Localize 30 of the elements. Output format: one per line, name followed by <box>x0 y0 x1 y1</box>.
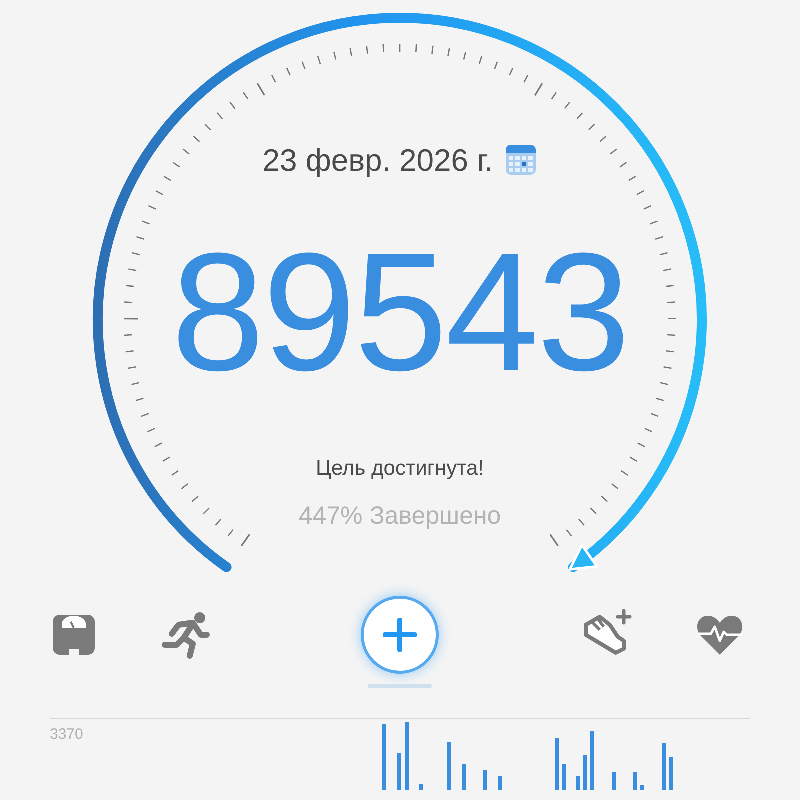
chart-bar <box>640 785 644 790</box>
chart-bar <box>662 743 666 790</box>
goal-status: Цель достигнута! <box>316 458 484 479</box>
date-label: 23 февр. 2026 г. <box>262 144 494 176</box>
scale-icon[interactable] <box>52 614 96 656</box>
plus-icon <box>383 618 417 652</box>
running-person-icon[interactable] <box>162 611 210 659</box>
heart-pulse-icon[interactable] <box>696 614 744 656</box>
chart-bar <box>612 772 616 790</box>
chart-bar <box>590 731 594 790</box>
axis-max-label: 3370 <box>50 727 84 742</box>
chart-bar <box>419 784 423 790</box>
chart-bar <box>562 764 566 790</box>
chart-bar <box>447 742 451 790</box>
chart-bar <box>483 770 487 790</box>
chart-bar <box>555 738 559 790</box>
completion-percent: 447% Завершено <box>298 504 502 529</box>
chart-bar <box>462 764 466 790</box>
chart-bar <box>498 776 502 790</box>
chart-bar <box>633 772 637 790</box>
step-count: 89543 <box>171 228 629 396</box>
arrow-marker-icon <box>568 544 598 571</box>
calendar-icon[interactable] <box>505 144 538 176</box>
chart-bar <box>382 724 386 790</box>
chart-bar <box>405 722 409 790</box>
chart-bar <box>576 776 580 790</box>
chart-bar <box>397 753 401 790</box>
chart-bar <box>583 755 587 790</box>
chart-bar <box>669 757 673 790</box>
add-button[interactable] <box>361 596 439 674</box>
